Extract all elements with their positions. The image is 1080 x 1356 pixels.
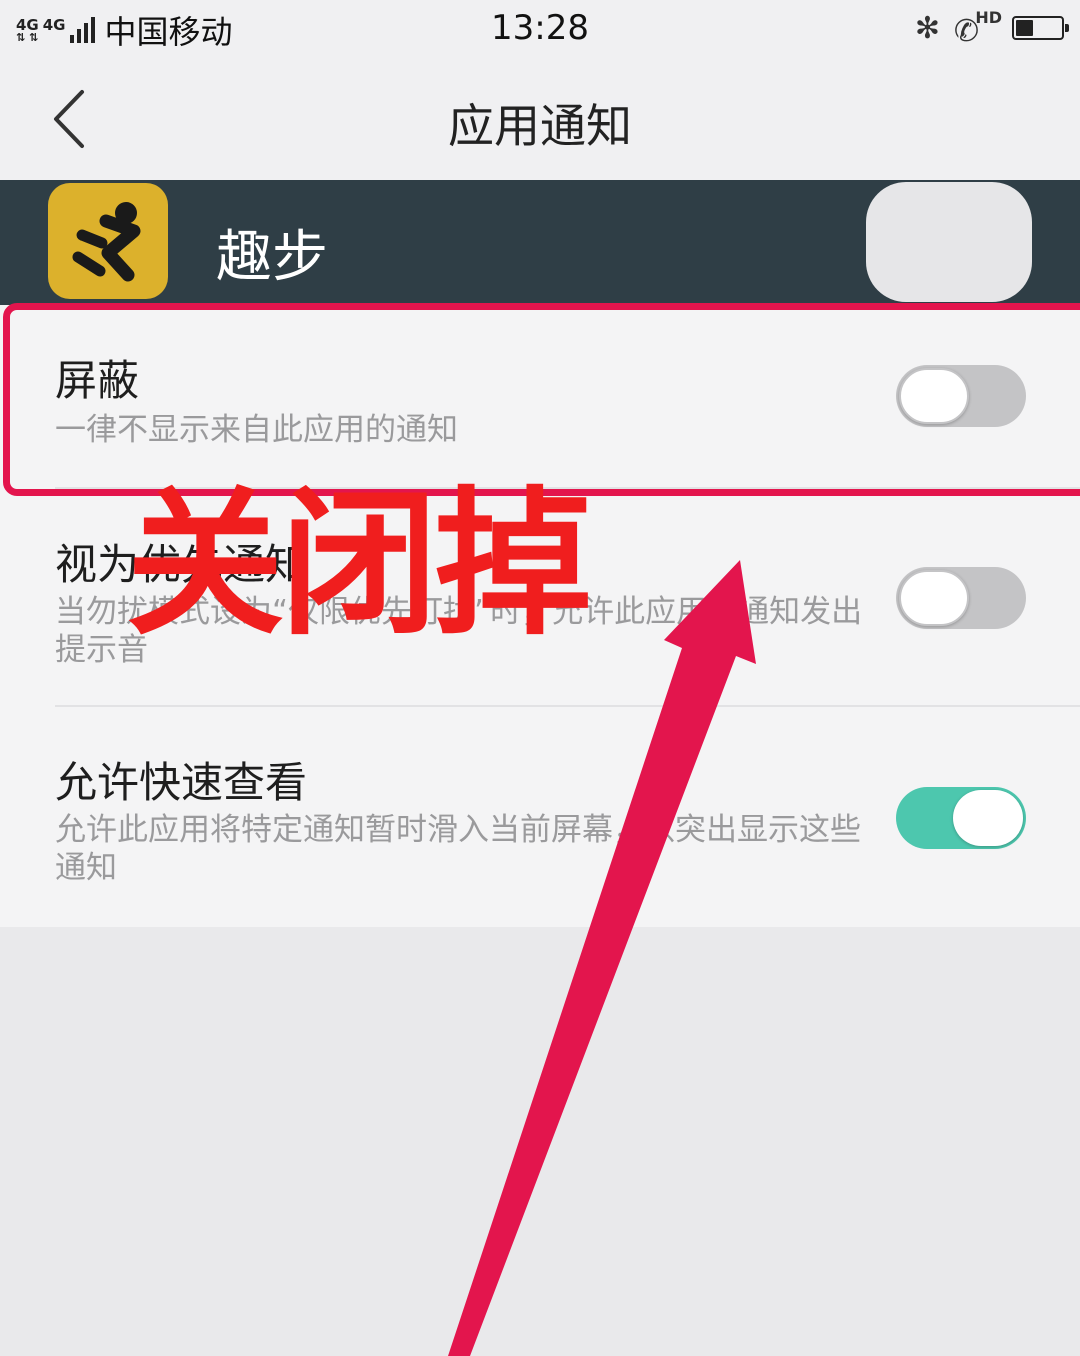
setting-desc-quick-view: 允许此应用将特定通知暂时滑入当前屏幕，以突出显示这些通知: [55, 812, 861, 886]
runner-icon: [72, 202, 141, 282]
setting-row-quick-view[interactable]: 允许快速查看 允许此应用将特定通知暂时滑入当前屏幕，以突出显示这些通知: [0, 707, 1080, 927]
app-master-switch[interactable]: [866, 182, 1032, 302]
page-title: 应用通知: [448, 99, 632, 153]
header: 应用通知: [0, 60, 1080, 180]
battery-level: [1016, 20, 1033, 36]
toggle-knob: [953, 790, 1023, 846]
toggle-knob: [899, 570, 969, 626]
setting-title-quick-view: 允许快速查看: [55, 758, 308, 807]
app-icon[interactable]: [48, 183, 168, 299]
app-info-bar: 趣步: [0, 180, 1080, 305]
status-bar: 4G 4G ⇅ ⇅ 中国移动 13:28 ✻ ✆ HD: [0, 0, 1080, 60]
hd-call-icon: ✆ HD: [954, 8, 1002, 49]
priority-toggle[interactable]: [896, 567, 1026, 629]
quick-view-toggle[interactable]: [896, 787, 1026, 849]
bluetooth-icon: ✻: [914, 10, 940, 46]
highlight-box: [3, 303, 1080, 496]
battery-icon: [1012, 16, 1069, 40]
status-right: ✻ ✆ HD: [914, 8, 1069, 49]
annotation-text: 关闭掉: [126, 473, 592, 657]
app-name: 趣步: [216, 225, 328, 290]
hd-label: HD: [975, 8, 1002, 27]
